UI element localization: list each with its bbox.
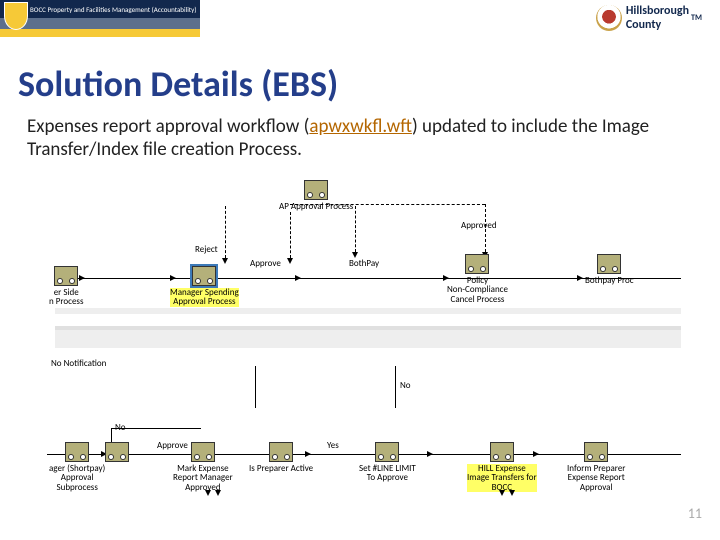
edge-approve: Approve <box>250 258 281 269</box>
flow-lower: No No Approve Yes ager (Shortpay) Approv… <box>55 366 681 506</box>
header-org: BOCC Property and Facilities Management … <box>0 0 200 18</box>
edge-no-small: No <box>400 380 411 391</box>
node-is-preparer: Is Preparer Active <box>249 442 313 473</box>
edge-bothpay: BothPay <box>349 258 379 269</box>
edge-reject: Reject <box>195 244 218 255</box>
flow-upper: AP Approval Process Reject Approve Appro… <box>55 186 681 326</box>
page-number: 11 <box>688 505 702 522</box>
county-logo: Hillsborough County TM <box>596 4 702 32</box>
node-bothpay-proc: Bothpay Proc <box>585 254 634 285</box>
node-approve-icon <box>105 442 129 462</box>
seal-icon <box>596 5 622 31</box>
node-manager-spending: Manager Spending Approval Process <box>170 266 239 307</box>
node-server-side: er Side n Process <box>49 266 83 307</box>
header-band: BOCC Property and Facilities Management … <box>0 0 720 40</box>
node-policy: Policy Non-Compliance Cancel Process <box>447 254 508 304</box>
edge-yes: Yes <box>327 440 339 451</box>
node-mark-expense: Mark Expense Report Manager Approved <box>173 442 233 492</box>
subtitle: Expenses report approval workflow (apwxw… <box>27 116 687 162</box>
county-sub: County <box>626 18 661 32</box>
node-hill-expense: HILL Expense Image Transfers for BOCC <box>467 442 537 492</box>
node-ap-approval: AP Approval Process <box>279 180 353 211</box>
shield-icon <box>4 2 28 30</box>
county-name: Hillsborough <box>626 4 689 18</box>
node-set-limit: Set #LINE LIMIT To Approve <box>359 442 416 483</box>
wft-filename: apwxwkfl.wft <box>309 115 412 138</box>
node-inform-preparer: Inform Preparer Expense Report Approval <box>567 442 625 492</box>
page-title: Solution Details (EBS) <box>18 62 338 106</box>
node-ager-shortpay: ager (Shortpay) Approval Subprocess <box>49 442 105 492</box>
edge-approved: Approved <box>461 220 497 231</box>
tm-label: TM <box>691 13 702 23</box>
workflow-diagram: AP Approval Process Reject Approve Appro… <box>55 186 681 506</box>
